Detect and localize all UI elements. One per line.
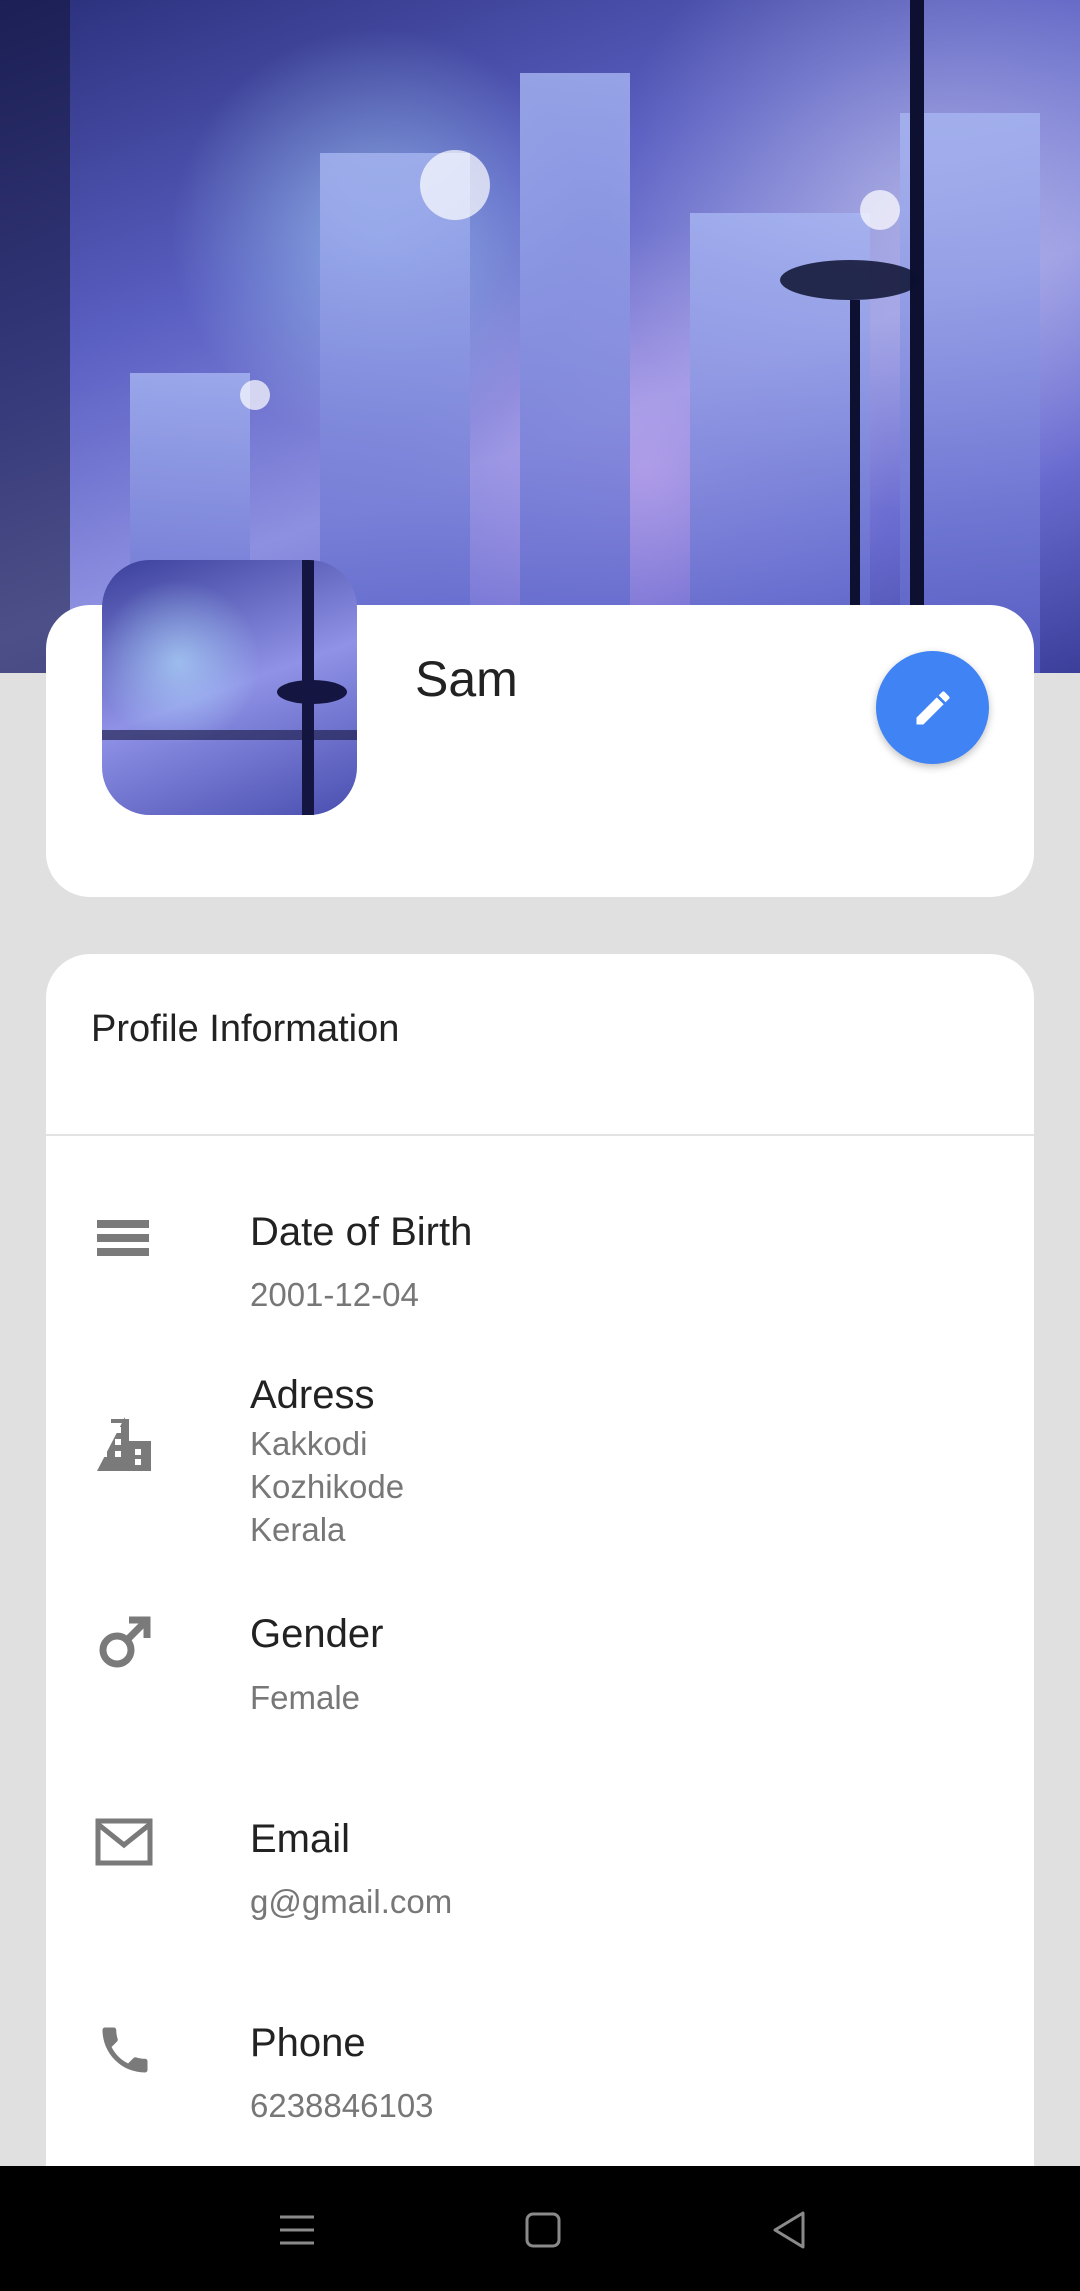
dob-label: Date of Birth: [250, 1210, 473, 1254]
mail-icon: [95, 1818, 153, 1866]
gender-value: Female: [250, 1679, 361, 1716]
pencil-icon: [916, 690, 950, 724]
address-line-3: Kerala: [250, 1511, 346, 1548]
phone-value: 6238846103: [250, 2087, 434, 2124]
back-icon[interactable]: [765, 2205, 815, 2255]
profile-card: [46, 954, 1034, 2291]
home-icon[interactable]: [518, 2205, 568, 2255]
male-icon: [99, 1616, 151, 1668]
phone-icon: [102, 2027, 148, 2073]
avatar[interactable]: [102, 560, 357, 815]
gender-label: Gender: [250, 1612, 384, 1656]
user-name: Sam: [415, 651, 518, 707]
edit-button[interactable]: [876, 651, 989, 764]
address-line-1: Kakkodi: [250, 1425, 368, 1462]
email-label: Email: [250, 1817, 351, 1861]
section-title: Profile Information: [91, 1008, 400, 1050]
address-label: Adress: [250, 1373, 375, 1417]
building-icon: [97, 1417, 151, 1471]
email-value: g@gmail.com: [250, 1883, 453, 1920]
calendar-icon: [97, 1220, 149, 1256]
menu-icon[interactable]: [272, 2205, 322, 2255]
dob-value: 2001-12-04: [250, 1276, 419, 1313]
address-line-2: Kozhikode: [250, 1468, 405, 1505]
phone-label: Phone: [250, 2021, 366, 2065]
divider: [46, 1134, 1034, 1136]
